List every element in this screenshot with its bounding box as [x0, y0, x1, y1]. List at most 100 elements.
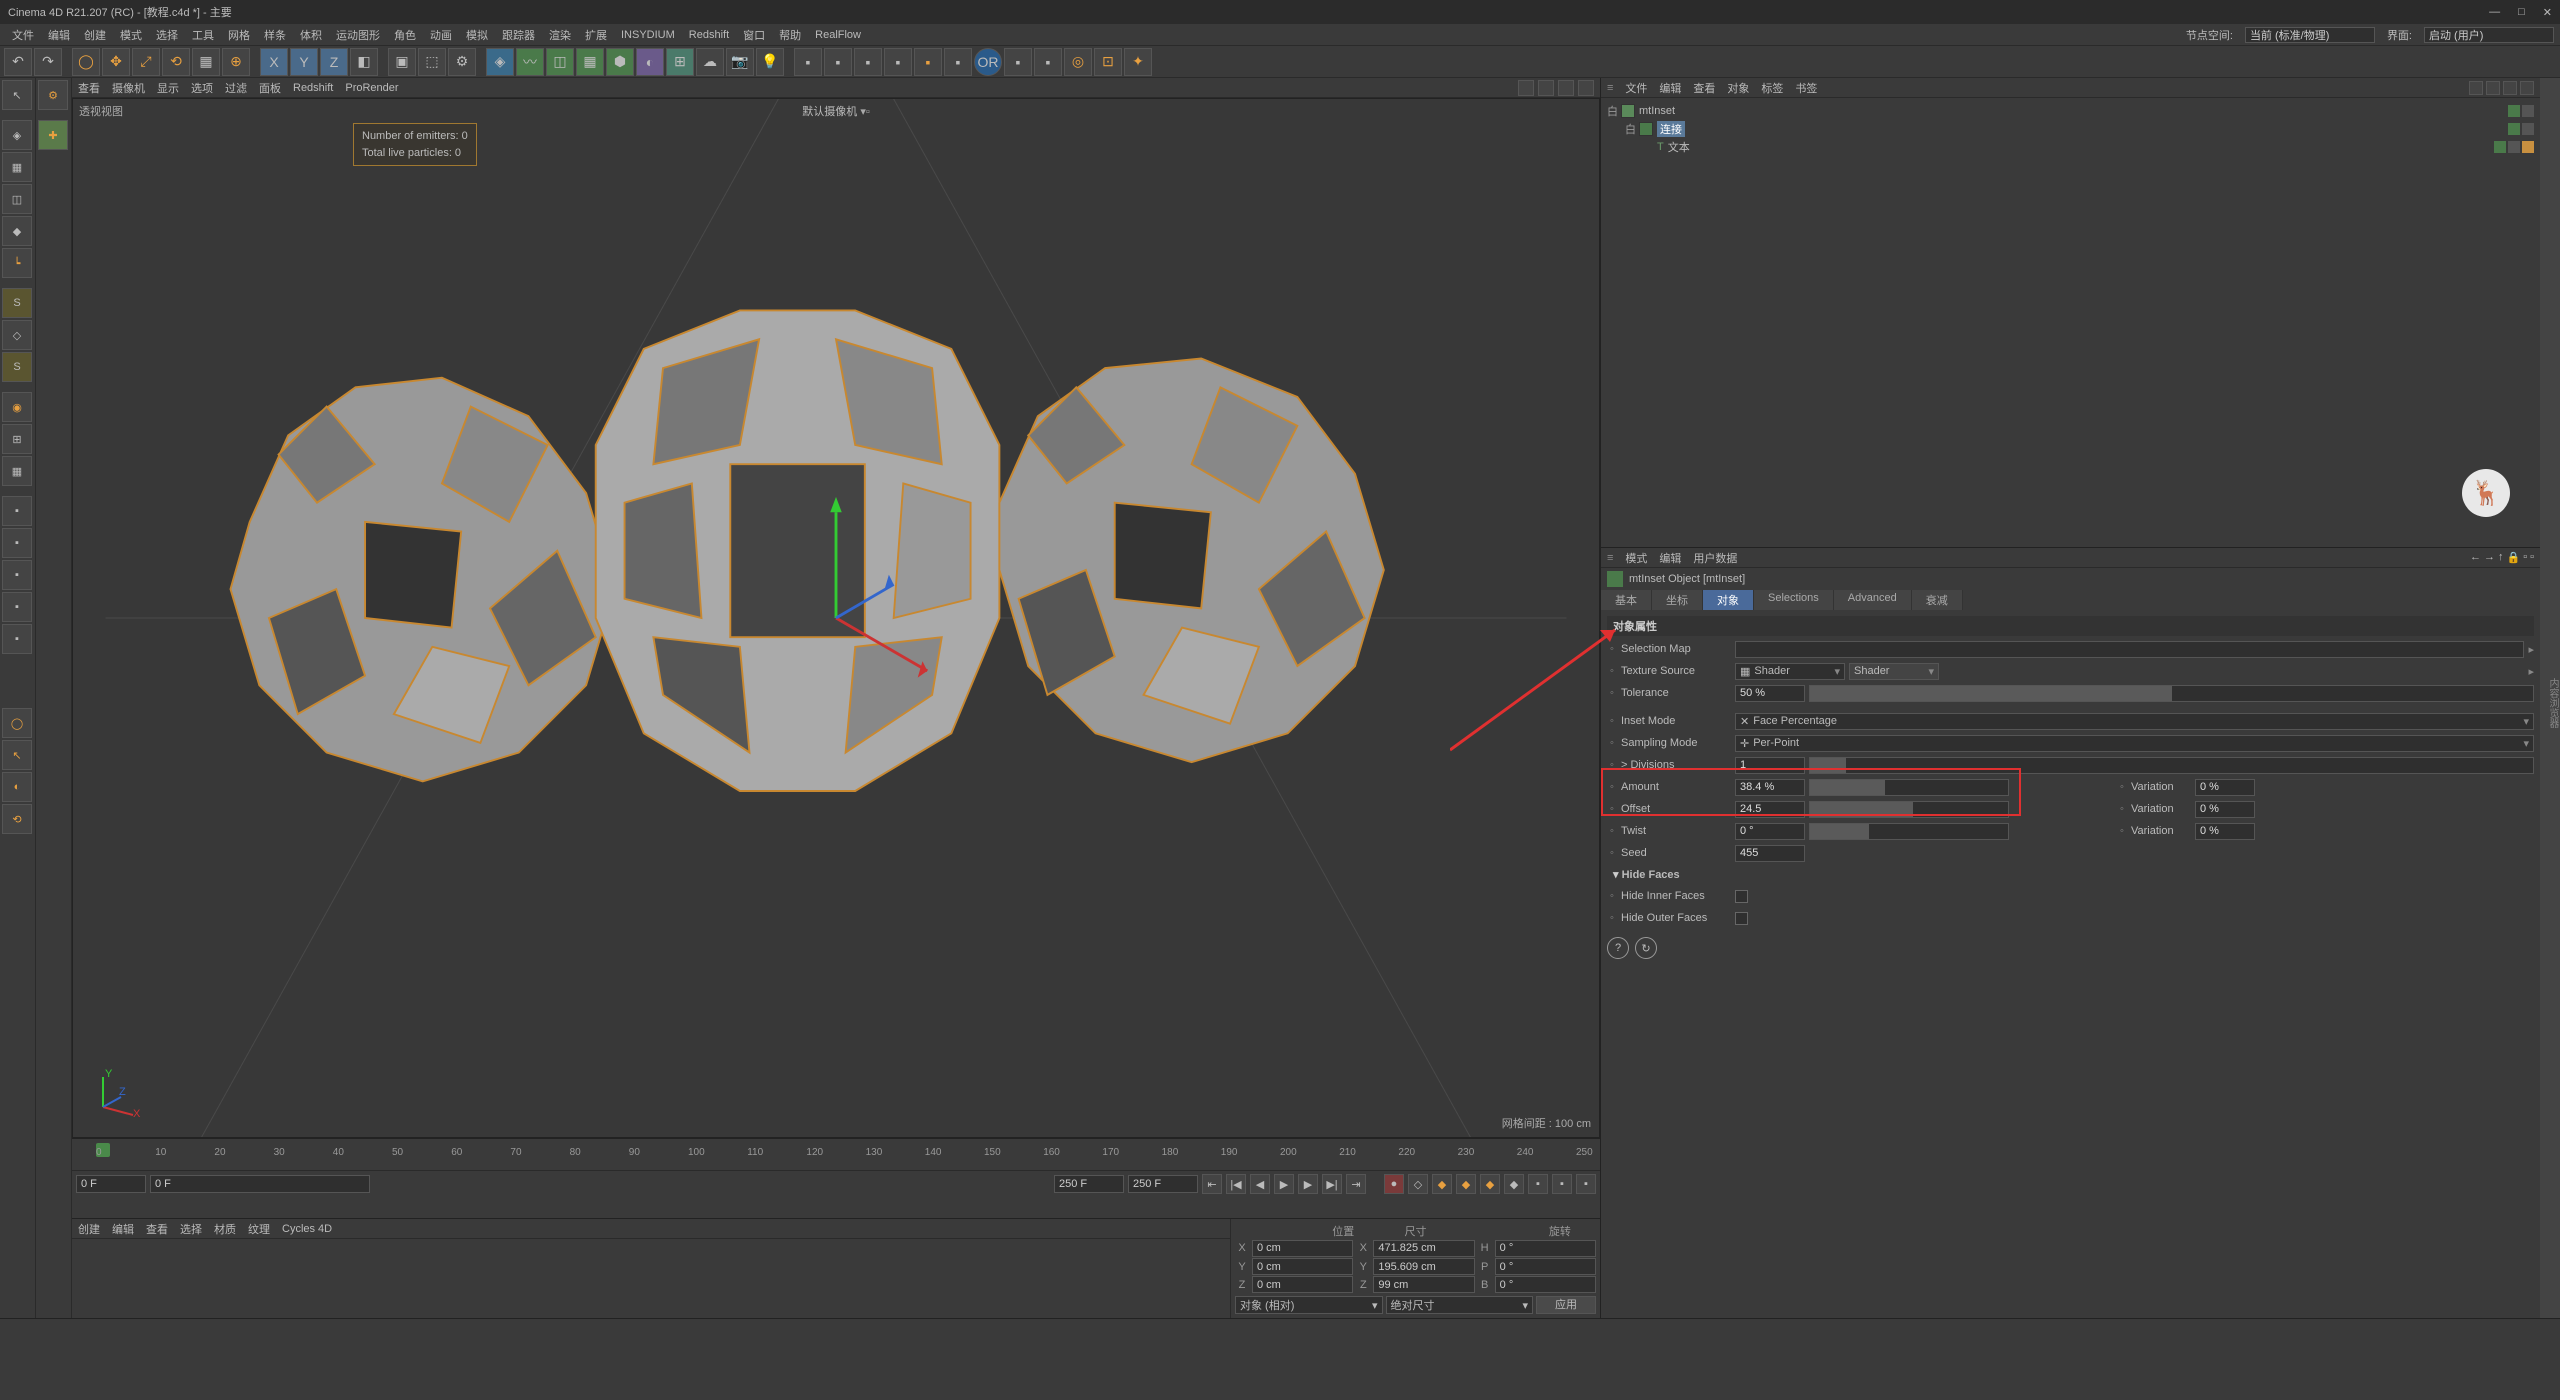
twist-variation-input[interactable]: 0 % [2195, 823, 2255, 840]
tb-1[interactable]: ▪ [794, 48, 822, 76]
layout-dropdown[interactable] [2424, 27, 2554, 43]
timeline-end1[interactable] [1054, 1175, 1124, 1193]
redo-button[interactable]: ↷ [34, 48, 62, 76]
field-button[interactable]: ⊞ [666, 48, 694, 76]
minimize-icon[interactable]: — [2489, 6, 2500, 19]
obj-sync-icon[interactable] [2520, 81, 2534, 95]
obj-opt-icon[interactable] [2503, 81, 2517, 95]
timeline-current[interactable] [150, 1175, 370, 1193]
tb-11[interactable]: ✦ [1124, 48, 1152, 76]
obj-menu-view[interactable]: 查看 [1693, 80, 1715, 96]
vp-btn1[interactable] [1518, 80, 1534, 96]
mat-menu-select[interactable]: 选择 [180, 1221, 202, 1237]
rotate-tool-button[interactable]: ⟲ [162, 48, 190, 76]
lt-texture[interactable]: ▦ [2, 152, 32, 182]
menu-tracker[interactable]: 跟踪器 [496, 25, 541, 45]
timeline-ruler[interactable]: 0102030405060708090100110120130140150160… [72, 1139, 1600, 1171]
texture-source-dropdown[interactable]: ▦Shader▾ [1735, 663, 1845, 680]
divisions-slider[interactable] [1809, 757, 2534, 774]
sampling-mode-dropdown[interactable]: ✛Per-Point▾ [1735, 735, 2534, 752]
vp-btn4[interactable] [1578, 80, 1594, 96]
mat-menu-material[interactable]: 材质 [214, 1221, 236, 1237]
menu-redshift[interactable]: Redshift [683, 27, 735, 43]
size-mode-dropdown[interactable]: 绝对尺寸▾ [1386, 1296, 1534, 1314]
key-pla-button[interactable]: ◆ [1504, 1174, 1524, 1194]
tb-7[interactable]: ▪ [1004, 48, 1032, 76]
camera-button[interactable]: 📷 [726, 48, 754, 76]
menu-select[interactable]: 选择 [150, 25, 184, 45]
lt-snap1[interactable]: ⊞ [2, 424, 32, 454]
inset-mode-dropdown[interactable]: ✕Face Percentage▾ [1735, 713, 2534, 730]
obj-filter-icon[interactable] [2486, 81, 2500, 95]
lt2-gear[interactable]: ⚙ [38, 80, 68, 110]
menu-file[interactable]: 文件 [6, 25, 40, 45]
offset-slider[interactable] [1809, 801, 2009, 818]
tab-selections[interactable]: Selections [1754, 590, 1834, 610]
menu-realflow[interactable]: RealFlow [809, 27, 867, 43]
lt-point[interactable]: S [2, 288, 32, 318]
lt-work1[interactable]: ▪ [2, 496, 32, 526]
timeline-start[interactable] [76, 1175, 146, 1193]
tab-advanced[interactable]: Advanced [1834, 590, 1912, 610]
viewport-3d[interactable]: 透视视图 默认摄像机 ▾▫ Number of emitters: 0 Tota… [72, 98, 1600, 1138]
menu-extensions[interactable]: 扩展 [579, 25, 613, 45]
lt-cursor[interactable]: ↖ [2, 80, 32, 110]
z-axis-button[interactable]: Z [320, 48, 348, 76]
apply-button[interactable]: 应用 [1536, 1296, 1596, 1314]
tree-row-connect[interactable]: 白 连接 [1607, 120, 2534, 138]
pos-x-input[interactable] [1252, 1240, 1353, 1257]
menu-insydium[interactable]: INSYDIUM [615, 27, 681, 43]
menu-window[interactable]: 窗口 [737, 25, 771, 45]
lt-work3[interactable]: ▪ [2, 560, 32, 590]
help-icon[interactable]: ? [1607, 937, 1629, 959]
lt-o2[interactable]: ↖ [2, 740, 32, 770]
vp-menu-prorender[interactable]: ProRender [345, 82, 398, 94]
tl-opt3[interactable]: ▪ [1576, 1174, 1596, 1194]
tb-8[interactable]: ▪ [1034, 48, 1062, 76]
lt-snap2[interactable]: ▦ [2, 456, 32, 486]
prev-key-button[interactable]: |◀ [1226, 1174, 1246, 1194]
menu-mograph[interactable]: 运动图形 [330, 25, 386, 45]
tolerance-slider[interactable] [1809, 685, 2534, 702]
lt-work4[interactable]: ▪ [2, 592, 32, 622]
cube-button[interactable]: ◈ [486, 48, 514, 76]
lt-snap-toggle[interactable]: ◉ [2, 392, 32, 422]
tree-row-mtinset[interactable]: 白 mtInset [1607, 102, 2534, 120]
size-y-input[interactable] [1373, 1258, 1474, 1275]
play-button[interactable]: ▶ [1274, 1174, 1294, 1194]
menu-spline[interactable]: 样条 [258, 25, 292, 45]
lt2-plus[interactable]: ✚ [38, 120, 68, 150]
mat-menu-view[interactable]: 查看 [146, 1221, 168, 1237]
lt-edge[interactable]: ◇ [2, 320, 32, 350]
key-p-button[interactable]: ◆ [1432, 1174, 1452, 1194]
close-icon[interactable]: ✕ [2543, 6, 2552, 19]
hide-faces-header[interactable]: ▾ Hide Faces [1607, 866, 2534, 883]
undo-button[interactable]: ↶ [4, 48, 32, 76]
render-region-button[interactable]: ⬚ [418, 48, 446, 76]
menu-tools[interactable]: 工具 [186, 25, 220, 45]
tl-opt2[interactable]: ▪ [1552, 1174, 1572, 1194]
y-axis-button[interactable]: Y [290, 48, 318, 76]
goto-end-button[interactable]: ⇥ [1346, 1174, 1366, 1194]
vp-menu-cameras[interactable]: 摄像机 [112, 80, 145, 96]
lt-o4[interactable]: ⟲ [2, 804, 32, 834]
tab-object[interactable]: 对象 [1703, 590, 1754, 610]
mat-menu-cycles[interactable]: Cycles 4D [282, 1223, 332, 1235]
obj-menu-object[interactable]: 对象 [1727, 80, 1749, 96]
attr-new-icon[interactable]: ▫ [2523, 551, 2527, 564]
lt-object[interactable]: ◆ [2, 216, 32, 246]
menu-mode[interactable]: 模式 [114, 25, 148, 45]
size-x-input[interactable] [1373, 1240, 1474, 1257]
move-tool-button[interactable]: ✥ [102, 48, 130, 76]
menu-volume[interactable]: 体积 [294, 25, 328, 45]
light-button[interactable]: 💡 [756, 48, 784, 76]
lt-work5[interactable]: ▪ [2, 624, 32, 654]
tab-basic[interactable]: 基本 [1601, 590, 1652, 610]
lt-o3[interactable]: ◐ [2, 772, 32, 802]
rot-p-input[interactable] [1495, 1258, 1596, 1275]
next-key-button[interactable]: ▶| [1322, 1174, 1342, 1194]
mat-menu-texture[interactable]: 纹理 [248, 1221, 270, 1237]
attr-menu-edit[interactable]: 编辑 [1659, 550, 1681, 566]
attr-opt-icon[interactable]: ▫ [2530, 551, 2534, 564]
obj-menu-file[interactable]: 文件 [1625, 80, 1647, 96]
